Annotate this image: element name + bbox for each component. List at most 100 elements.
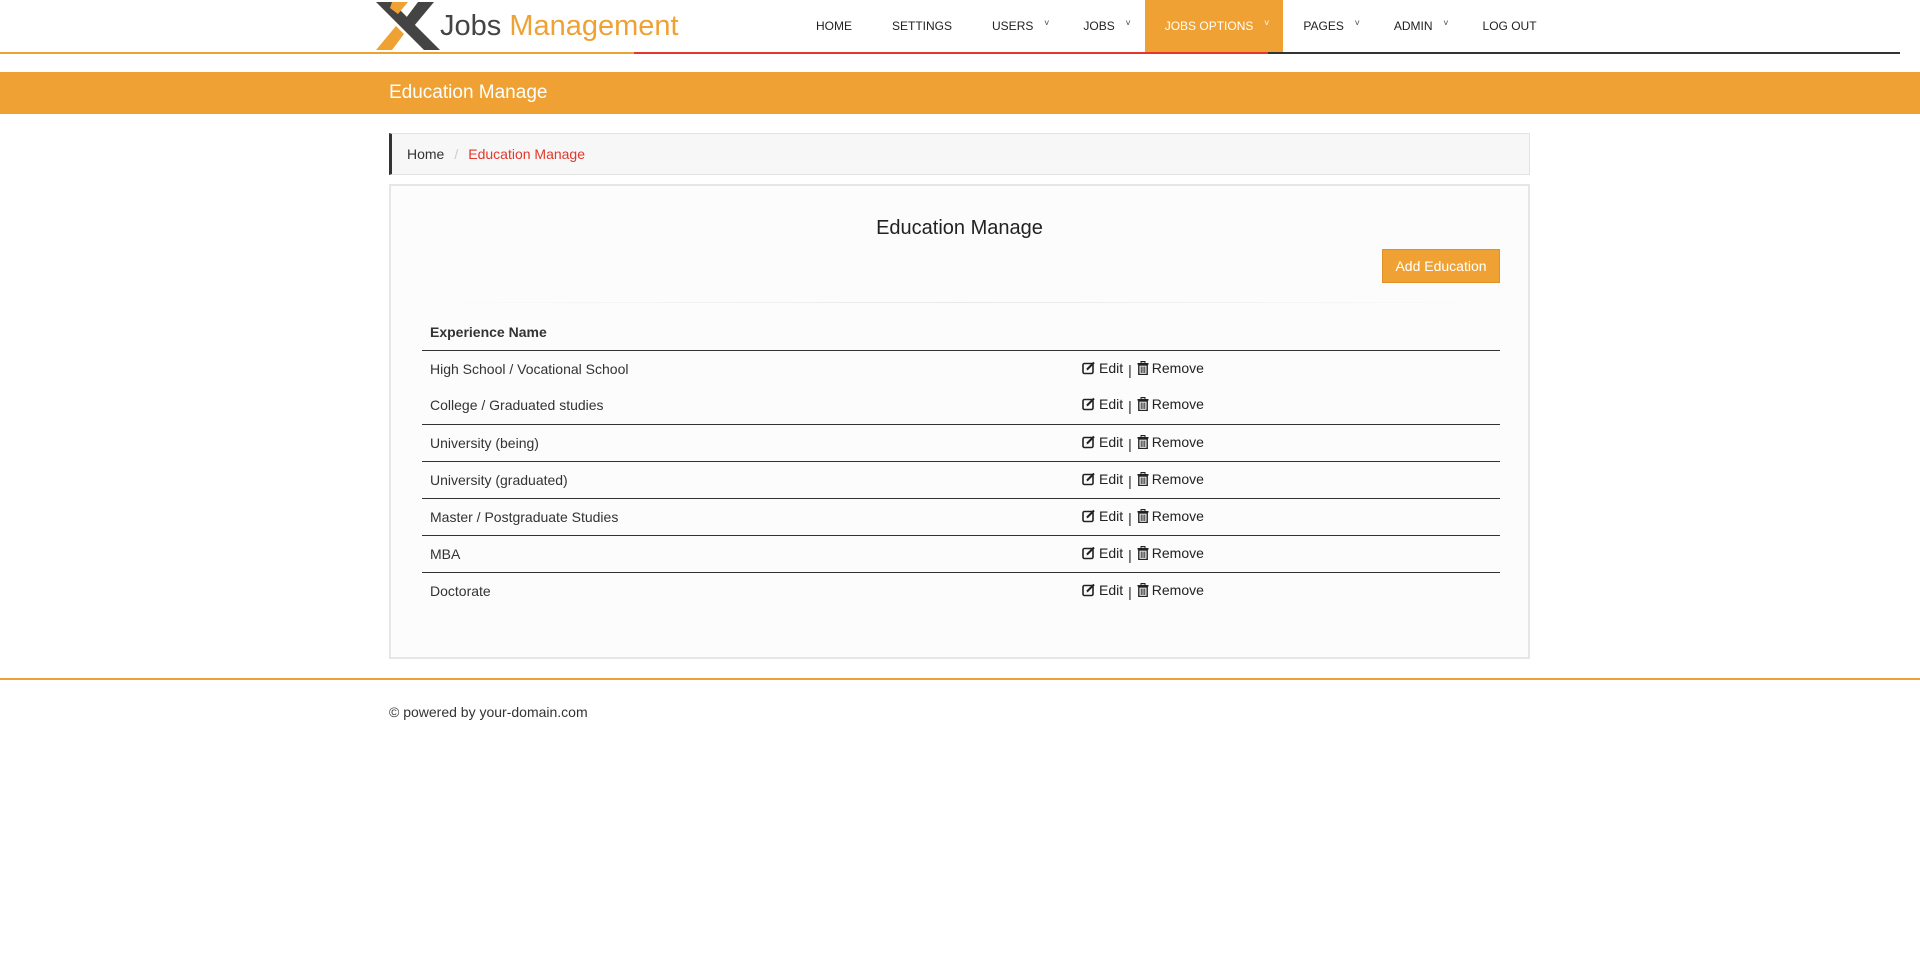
nav-item-log-out[interactable]: LOG OUT	[1463, 0, 1557, 52]
actions-cell: Edit | Remove	[1074, 571, 1500, 609]
trash-icon	[1137, 582, 1152, 597]
edit-label: Edit	[1099, 396, 1124, 413]
nav-item-label: LOG OUT	[1482, 19, 1537, 33]
trash-icon	[1137, 360, 1152, 375]
action-separator: |	[1128, 435, 1132, 452]
nav-item-users[interactable]: USERS ˅	[972, 0, 1063, 52]
actions-cell: Edit | Remove	[1074, 387, 1500, 424]
action-separator: |	[1128, 546, 1132, 563]
breadcrumb-home-link[interactable]: Home	[407, 146, 444, 162]
trash-icon	[1137, 471, 1152, 486]
trash-icon	[1137, 434, 1152, 449]
remove-link[interactable]: Remove	[1137, 434, 1204, 450]
action-separator: |	[1128, 509, 1132, 526]
main-nav: HOME SETTINGS USERS ˅ JOBS ˅ JOBS OPTIONS ˅ PAGE…	[796, 0, 1557, 52]
edit-link[interactable]: Edit	[1082, 434, 1123, 450]
edit-icon	[1082, 435, 1099, 449]
remove-label: Remove	[1151, 581, 1204, 598]
trash-icon	[1137, 397, 1152, 412]
education-name-cell: High School / Vocational School	[430, 360, 629, 377]
table-row: University (graduated) Edit | Remove	[422, 460, 1500, 498]
edit-icon	[1082, 546, 1099, 560]
actions-cell: Edit | Remove	[1074, 350, 1500, 387]
actions-cell: Edit | Remove	[1074, 423, 1500, 461]
action-separator: |	[1128, 472, 1132, 489]
logo-word-management: Management	[509, 9, 679, 42]
edit-icon	[1082, 361, 1099, 375]
remove-link[interactable]: Remove	[1137, 396, 1204, 412]
actions-cell: Edit | Remove	[1074, 534, 1500, 572]
nav-item-label: JOBS OPTIONS	[1164, 19, 1254, 33]
chevron-down-icon: ˅	[1354, 18, 1360, 28]
add-education-button[interactable]: Add Education	[1382, 249, 1500, 283]
page-title: Education Manage	[389, 82, 548, 103]
table-row: MBA Edit | Remove	[422, 534, 1500, 572]
page-title-bar: Education Manage	[0, 72, 1920, 114]
education-name-cell: Master / Postgraduate Studies	[422, 497, 1074, 535]
edit-link[interactable]: Edit	[1082, 396, 1123, 412]
nav-item-home[interactable]: HOME	[796, 0, 872, 52]
remove-label: Remove	[1151, 470, 1204, 487]
logo-mark	[374, 0, 444, 52]
education-name-cell: Doctorate	[422, 571, 1074, 609]
footer-divider	[0, 678, 1920, 680]
education-name-cell: University (graduated)	[422, 460, 1074, 498]
table-row: College / Graduated studies Edit | Remove	[422, 387, 1500, 424]
education-name-cell: MBA	[422, 534, 1074, 572]
edit-link[interactable]: Edit	[1082, 471, 1123, 487]
footer-copyright: © powered by your-domain.com	[389, 704, 588, 720]
edit-link[interactable]: Edit	[1082, 545, 1123, 561]
nav-item-label: PAGES	[1303, 19, 1344, 33]
edit-icon	[1082, 583, 1099, 597]
edit-link[interactable]: Edit	[1082, 508, 1123, 524]
edit-label: Edit	[1099, 507, 1124, 524]
education-name-cell: University (being)	[422, 423, 1074, 461]
table-row: University (being) Edit | Remove	[422, 423, 1500, 461]
education-name-cell: College / Graduated studies	[430, 397, 604, 414]
remove-label: Remove	[1151, 433, 1204, 450]
column-header-experience-name: Experience Name	[422, 314, 1074, 351]
remove-link[interactable]: Remove	[1137, 471, 1204, 487]
education-table: Experience Name High School / Vocational…	[422, 314, 1500, 609]
nav-item-label: ADMIN	[1393, 19, 1433, 33]
edit-label: Edit	[1099, 544, 1124, 561]
remove-link[interactable]: Remove	[1137, 360, 1204, 376]
breadcrumb-separator: /	[454, 146, 459, 162]
remove-label: Remove	[1151, 544, 1204, 561]
nav-item-jobs[interactable]: JOBS ˅	[1063, 0, 1144, 52]
education-panel: Education Manage Add Education Experienc…	[389, 184, 1530, 659]
nav-item-pages[interactable]: PAGES ˅	[1283, 0, 1373, 52]
nav-item-jobs-options[interactable]: JOBS OPTIONS ˅	[1144, 0, 1284, 52]
edit-label: Edit	[1099, 359, 1124, 376]
header-divider-dark	[1268, 52, 1900, 54]
breadcrumb-current: Education Manage	[468, 146, 586, 162]
chevron-down-icon: ˅	[1264, 18, 1270, 28]
edit-label: Edit	[1099, 581, 1124, 598]
remove-label: Remove	[1151, 359, 1204, 376]
remove-link[interactable]: Remove	[1137, 545, 1204, 561]
breadcrumb: Home / Education Manage	[389, 133, 1530, 175]
remove-link[interactable]: Remove	[1137, 582, 1204, 598]
action-separator: |	[1128, 398, 1132, 415]
remove-link[interactable]: Remove	[1137, 508, 1204, 524]
chevron-down-icon: ˅	[1044, 18, 1050, 28]
logo-word-jobs: Jobs	[440, 9, 502, 42]
table-row: High School / Vocational School Edit | Remo…	[422, 350, 1500, 387]
logo-text: Jobs Management	[440, 9, 679, 42]
edit-link[interactable]: Edit	[1082, 582, 1123, 598]
edit-link[interactable]: Edit	[1082, 360, 1123, 376]
trash-icon	[1137, 545, 1152, 560]
nav-item-label: SETTINGS	[892, 19, 953, 33]
nav-item-label: HOME	[816, 19, 852, 33]
edit-icon	[1082, 509, 1099, 523]
nav-item-label: JOBS	[1083, 19, 1115, 33]
panel-divider	[422, 302, 1500, 303]
actions-cell: Edit | Remove	[1074, 460, 1500, 498]
table-row: Doctorate Edit | Remove	[422, 571, 1500, 609]
site-logo[interactable]: Jobs Management	[374, 0, 684, 52]
nav-item-admin[interactable]: ADMIN ˅	[1374, 0, 1463, 52]
top-header: Jobs Management HOME SETTINGS USERS ˅ JOBS ˅ J…	[0, 0, 1920, 54]
action-separator: |	[1128, 583, 1132, 600]
nav-item-settings[interactable]: SETTINGS	[872, 0, 972, 52]
actions-cell: Edit | Remove	[1074, 497, 1500, 535]
